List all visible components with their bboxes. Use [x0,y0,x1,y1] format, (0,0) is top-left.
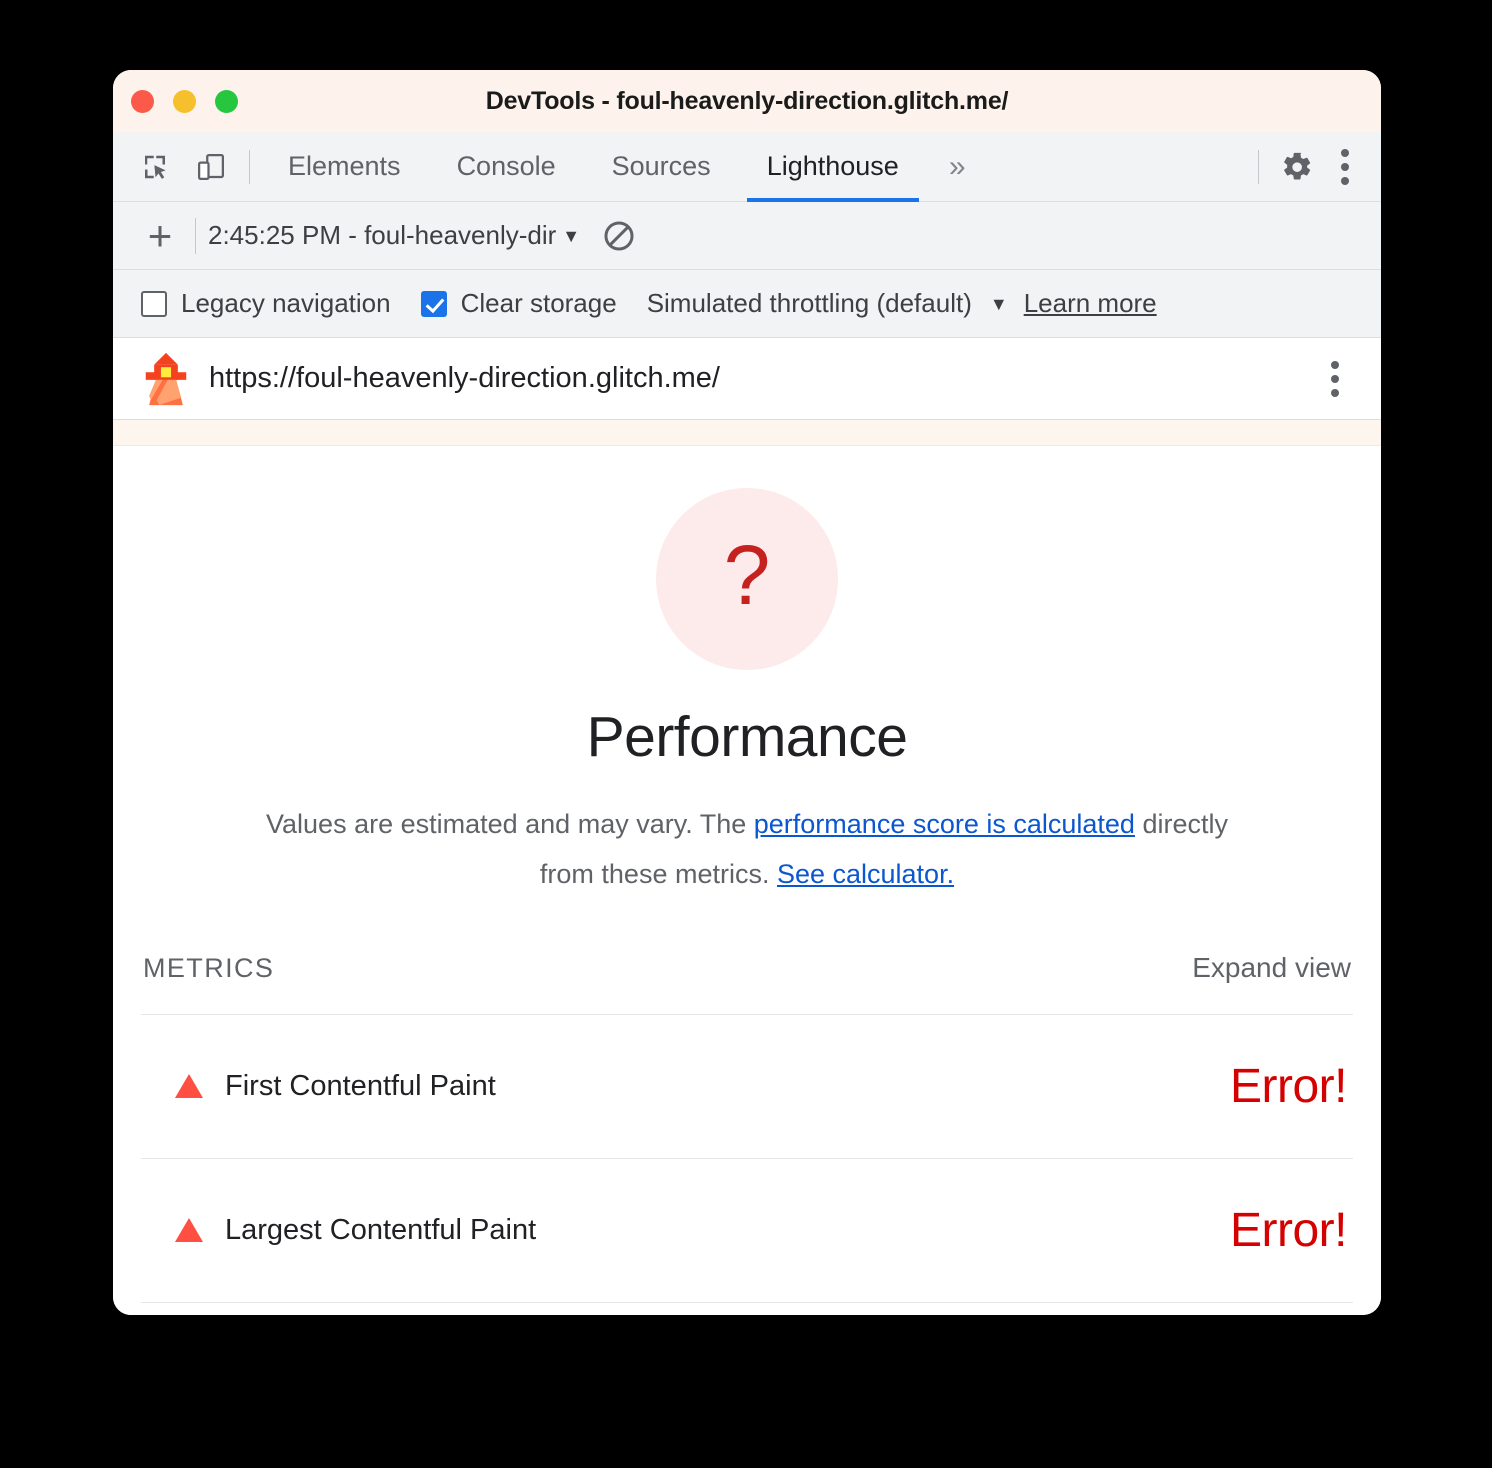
warning-triangle-icon [175,1218,203,1243]
expand-view-toggle[interactable]: Expand view [1192,952,1351,984]
tabbar-divider [249,149,250,184]
lighthouse-settings-bar: Legacy navigation Clear storage Simulate… [113,270,1381,338]
clear-storage-box[interactable] [420,290,447,317]
tab-elements-label: Elements [288,151,401,181]
report-select-value: 2:45:25 PM - foul-heavenly-dir [208,220,557,250]
devtools-window: DevTools - foul-heavenly-direction.glitc… [113,70,1381,1315]
window-titlebar: DevTools - foul-heavenly-direction.glitc… [113,70,1381,132]
report-url: https://foul-heavenly-direction.glitch.m… [209,362,720,394]
metrics-header: METRICS Expand view [141,952,1353,1015]
metric-label-group: First Contentful Paint [175,1070,496,1103]
gear-icon[interactable] [1269,139,1325,195]
report-kebab-menu-icon[interactable] [1315,351,1355,407]
legacy-navigation-label: Legacy navigation [181,288,391,318]
performance-gauge-area: ? Performance Values are estimated and m… [113,446,1381,900]
performance-score-link[interactable]: performance score is calculated [754,809,1135,839]
chevron-down-icon: ▼ [989,293,1008,314]
new-report-button[interactable]: + [133,209,187,263]
clear-storage-label: Clear storage [460,288,617,318]
runbar-divider [195,217,196,254]
gear-glyph [1284,152,1311,180]
report-select[interactable]: 2:45:25 PM - foul-heavenly-dir ▼ [208,220,580,251]
minimize-window-button[interactable] [173,89,196,113]
tabbar-right-controls [1248,132,1365,202]
gauge-background-strip [113,420,1381,446]
maximize-window-button[interactable] [215,89,238,113]
kebab-dot [1341,149,1349,157]
performance-gauge[interactable]: ? [656,488,838,670]
kebab-menu-icon[interactable] [1325,139,1365,195]
legacy-navigation-box[interactable] [141,290,167,317]
description-part-1: Values are estimated and may vary. The [266,809,754,839]
warning-triangle-icon [175,1074,203,1099]
screenshot-root: DevTools - foul-heavenly-direction.glitc… [0,0,1492,1468]
tab-sources-label: Sources [611,151,711,181]
metric-name: First Contentful Paint [225,1069,496,1102]
report-urlbar: https://foul-heavenly-direction.glitch.m… [113,338,1381,420]
tab-elements[interactable]: Elements [260,132,429,202]
learn-more-link[interactable]: Learn more [1024,288,1157,319]
devtools-tabs: Elements Console Sources Lighthouse [260,132,927,202]
page-title: Performance [586,705,908,769]
legacy-navigation-checkbox[interactable]: Legacy navigation [141,288,391,319]
close-window-button[interactable] [131,89,154,113]
metric-value: Error! [1230,1203,1348,1257]
device-toolbar-glyph [198,153,224,180]
lighthouse-report: ? Performance Values are estimated and m… [113,446,1381,1315]
traffic-lights [131,70,238,132]
table-row[interactable]: Largest Contentful Paint Error! [141,1159,1353,1303]
window-title: DevTools - foul-heavenly-direction.glitc… [485,86,1009,115]
kebab-dot [1341,177,1349,185]
metrics-heading: METRICS [143,952,275,983]
kebab-dot [1331,360,1339,369]
performance-description: Values are estimated and may vary. The p… [247,800,1247,900]
throttling-select[interactable]: Simulated throttling (default) ▼ [647,288,1008,319]
tab-lighthouse[interactable]: Lighthouse [739,132,927,202]
inspect-element-glyph [145,155,166,179]
devtools-tabbar: Elements Console Sources Lighthouse » [113,132,1381,202]
lighthouse-runbar: + 2:45:25 PM - foul-heavenly-dir ▼ [113,202,1381,270]
tab-console-label: Console [456,151,556,181]
metrics-section: METRICS Expand view First Contentful Pai… [141,952,1353,1303]
kebab-dot [1341,163,1349,171]
clear-storage-checkbox[interactable]: Clear storage [420,288,617,319]
metric-value: Error! [1230,1059,1348,1113]
chevron-down-icon: ▼ [562,225,581,246]
clear-reports-button[interactable] [602,219,636,253]
metric-label-group: Largest Contentful Paint [175,1214,536,1247]
more-tabs-icon[interactable]: » [927,151,988,182]
tab-lighthouse-label: Lighthouse [766,151,899,181]
metric-name: Largest Contentful Paint [225,1213,537,1246]
lighthouse-icon [145,352,187,405]
device-toolbar-icon[interactable] [183,139,239,195]
no-entry-clear-icon [604,220,634,251]
tab-console[interactable]: Console [429,132,584,202]
tab-sources[interactable]: Sources [584,132,739,202]
performance-score-value: ? [723,528,771,622]
tabbar-right-divider [1258,150,1259,184]
kebab-dot [1331,374,1339,383]
table-row[interactable]: First Contentful Paint Error! [141,1015,1353,1159]
inspect-element-icon[interactable] [127,139,183,195]
throttling-value: Simulated throttling (default) [646,288,972,318]
see-calculator-link[interactable]: See calculator. [777,859,954,889]
kebab-dot [1331,388,1339,397]
